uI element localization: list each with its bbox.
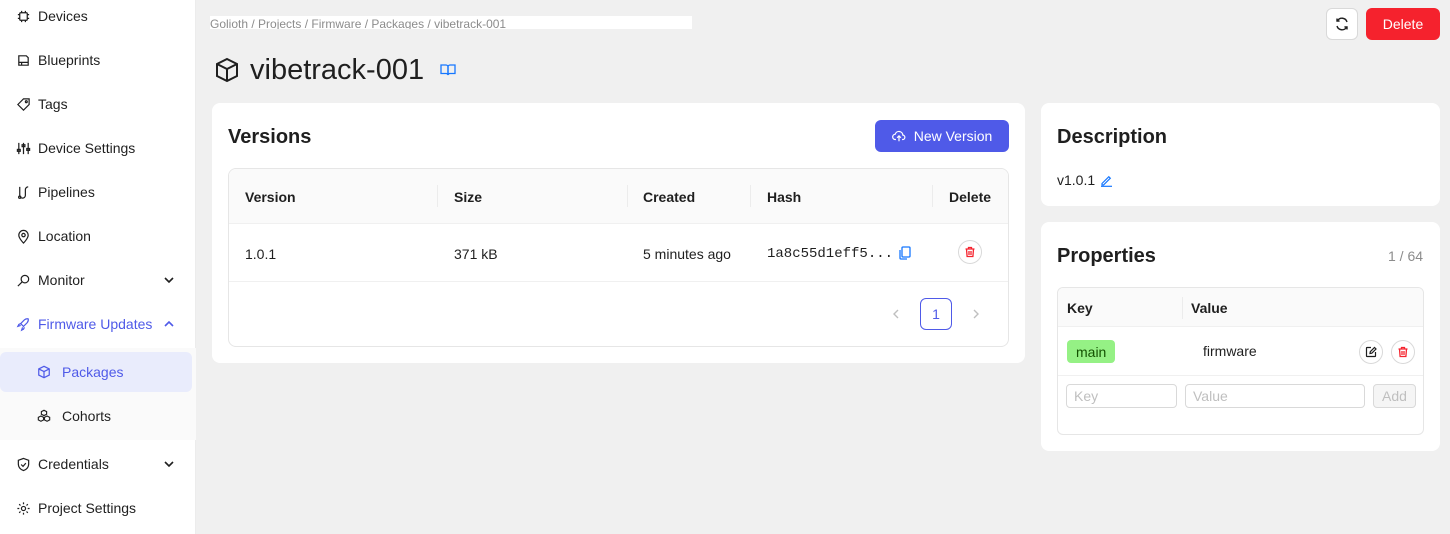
edit-pencil-icon[interactable] [1100, 174, 1113, 187]
sidebar-item-label: Project Settings [38, 500, 137, 516]
chevron-up-icon [164, 320, 174, 327]
sidebar-item-packages[interactable]: Packages [0, 352, 192, 392]
breadcrumb[interactable]: Golioth / Projects / Firmware / Packages… [210, 16, 692, 29]
rocket-icon [15, 316, 31, 332]
tag-icon [15, 96, 31, 112]
gear-icon [15, 500, 31, 516]
sidebar-item-label: Tags [38, 96, 68, 112]
property-value-input[interactable] [1185, 384, 1365, 408]
blueprint-icon [15, 52, 31, 68]
sidebar-item-pipelines[interactable]: Pipelines [0, 172, 196, 212]
column-header-version[interactable]: Version [245, 189, 296, 205]
sidebar-item-location[interactable]: Location [0, 216, 196, 256]
table-header: Version Size Created Hash Delete [229, 169, 1008, 224]
sidebar-item-label: Device Settings [38, 140, 136, 156]
version-cell: 1.0.1 [245, 246, 277, 262]
sidebar-item-device-settings[interactable]: Device Settings [0, 128, 196, 168]
copy-icon[interactable] [898, 246, 912, 260]
sidebar-item-monitor[interactable]: Monitor [0, 260, 196, 300]
page-title: vibetrack-001 [250, 53, 425, 86]
created-cell: 5 minutes ago [643, 246, 731, 262]
sidebar-item-label: Devices [38, 8, 88, 24]
chevron-down-icon [164, 461, 174, 468]
sidebar-item-blueprints[interactable]: Blueprints [0, 40, 196, 80]
trash-icon [1398, 346, 1408, 358]
properties-count: 1 / 64 [1388, 248, 1424, 264]
pagination-next-icon[interactable] [969, 307, 983, 321]
sidebar-item-label: Firmware Updates [38, 316, 153, 332]
sidebar-item-label: Packages [62, 364, 124, 380]
firmware-submenu: Packages Cohorts [0, 348, 196, 440]
new-version-button[interactable]: New Version [875, 120, 1009, 152]
versions-title: Versions [228, 126, 312, 148]
sidebar-item-cohorts[interactable]: Cohorts [0, 396, 192, 436]
sidebar-item-label: Credentials [38, 456, 109, 472]
column-header-key: Key [1067, 300, 1093, 316]
pagination-page-1[interactable]: 1 [920, 298, 952, 330]
description-title: Description [1057, 126, 1168, 148]
sidebar: Devices Blueprints Tags Device Settings … [0, 0, 196, 534]
column-header-size[interactable]: Size [454, 189, 482, 205]
property-key-tag: main [1067, 340, 1116, 363]
sidebar-item-devices[interactable]: Devices [0, 0, 196, 36]
table-row: main firmware [1058, 327, 1423, 376]
versions-table: Version Size Created Hash Delete 1.0.1 3… [228, 168, 1009, 347]
sidebar-item-firmware-updates[interactable]: Firmware Updates [0, 304, 196, 344]
description-text: v1.0.1 [1057, 172, 1096, 188]
sidebar-item-tags[interactable]: Tags [0, 84, 196, 124]
shield-icon [15, 456, 31, 472]
sidebar-item-label: Location [38, 228, 91, 244]
sidebar-item-project-settings[interactable]: Project Settings [0, 488, 196, 528]
edit-icon [1365, 346, 1377, 358]
delete-version-button[interactable] [958, 240, 982, 264]
cloud-upload-icon [891, 130, 906, 142]
cohorts-icon [37, 408, 53, 424]
pipeline-icon [15, 184, 31, 200]
package-icon [216, 57, 238, 83]
size-cell: 371 kB [454, 246, 498, 262]
table-row[interactable]: 1.0.1 371 kB 5 minutes ago 1a8c55d1eff5.… [229, 224, 1008, 282]
trash-icon [965, 246, 975, 258]
sliders-icon [15, 140, 31, 156]
description-card: Description [1041, 103, 1440, 206]
sidebar-item-label: Cohorts [62, 408, 112, 424]
sidebar-item-label: Pipelines [38, 184, 95, 200]
location-pin-icon [15, 228, 31, 244]
property-value: firmware [1203, 343, 1257, 359]
sidebar-item-label: Monitor [38, 272, 85, 288]
column-header-hash[interactable]: Hash [767, 189, 801, 205]
add-property-button[interactable]: Add [1373, 384, 1416, 408]
properties-table: Key Value main firmware Add [1057, 287, 1424, 435]
pagination-prev-icon[interactable] [889, 307, 903, 321]
column-header-delete: Delete [949, 189, 992, 205]
sidebar-item-label: Blueprints [38, 52, 101, 68]
hash-cell: 1a8c55d1eff5... [767, 246, 894, 262]
properties-title: Properties [1057, 245, 1156, 267]
breadcrumb-text: Golioth / Projects / Firmware / Packages… [210, 17, 507, 29]
chevron-down-icon [164, 277, 174, 284]
chip-icon [15, 8, 31, 24]
description-text-row: v1.0.1 [1057, 172, 1113, 188]
page-title-row: vibetrack-001 [214, 52, 456, 88]
delete-property-button[interactable] [1391, 340, 1415, 364]
refresh-icon [1336, 17, 1348, 31]
properties-table-header: Key Value [1058, 288, 1423, 327]
delete-package-button[interactable]: Delete [1366, 8, 1440, 40]
monitor-icon [15, 272, 31, 288]
docs-book-icon[interactable] [440, 63, 456, 77]
property-key-input[interactable] [1066, 384, 1177, 408]
refresh-button[interactable] [1326, 8, 1358, 40]
sidebar-item-credentials[interactable]: Credentials [0, 444, 196, 484]
edit-property-button[interactable] [1359, 340, 1383, 364]
column-header-created[interactable]: Created [643, 189, 695, 205]
new-version-label: New Version [913, 128, 993, 144]
column-header-value: Value [1191, 300, 1228, 316]
package-icon [37, 364, 53, 380]
